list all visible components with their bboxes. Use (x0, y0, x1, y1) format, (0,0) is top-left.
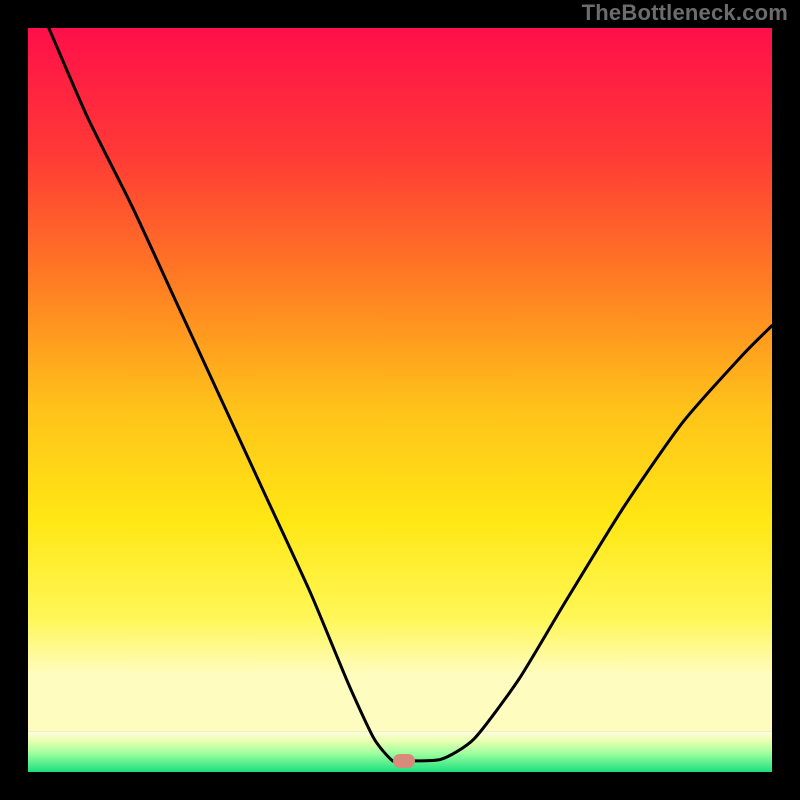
watermark-text: TheBottleneck.com (582, 0, 788, 26)
bottleneck-curve (49, 28, 772, 762)
curve-layer (28, 28, 772, 772)
min-marker (393, 754, 415, 768)
chart-frame: TheBottleneck.com (0, 0, 800, 800)
plot-area (28, 28, 772, 772)
